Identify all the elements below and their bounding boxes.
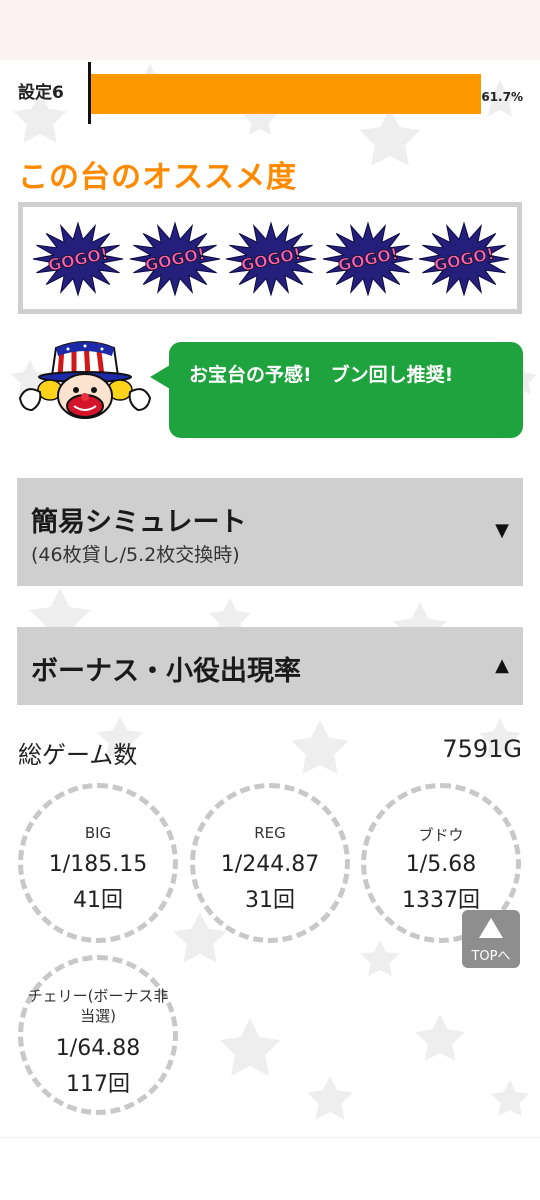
stat-count: 41回 (73, 888, 123, 913)
stat-circle-big: BIG 1/185.15 41回 (18, 783, 178, 943)
gogo-badge: GOGO! (32, 221, 124, 297)
mascot-clown-icon (18, 341, 152, 419)
recommend-title: この台のオススメ度 (18, 160, 297, 195)
stat-rate: 1/5.68 (405, 852, 477, 877)
setting-label: 設定6 (18, 83, 64, 103)
simulate-accordion-header[interactable]: 簡易シミュレート (46枚貸し/5.2枚交換時) ▼ (17, 478, 523, 586)
gogo-badge: GOGO! (129, 221, 220, 297)
page-content: 設定6 61.7% この台のオススメ度 GOGO! GOGO! GOGO! GOGO!… (0, 0, 540, 1200)
back-to-top-label: TOPへ (471, 949, 511, 964)
stat-count: 117回 (66, 1072, 130, 1097)
recommend-rating-box: GOGO! GOGO! GOGO! GOGO! GOGO! (18, 202, 522, 314)
up-triangle-icon (479, 918, 503, 938)
chevron-down-icon: ▼ (495, 520, 509, 541)
setting-probability-bar (91, 74, 481, 114)
total-games-value: 7591G (442, 735, 522, 763)
stat-name: REG (254, 824, 286, 842)
gogo-badge-row: GOGO! GOGO! GOGO! GOGO! GOGO! (31, 221, 511, 297)
gogo-badge: GOGO! (225, 221, 317, 297)
stat-rate: 1/244.87 (220, 852, 320, 877)
speech-bubble-tail (150, 365, 170, 389)
stat-rate: 1/64.88 (55, 1036, 141, 1061)
stat-name: チェリー(ボーナス非当選) (27, 987, 169, 1025)
recommend-speech-bubble: お宝台の予感! ブン回し推奨! (169, 342, 523, 438)
chevron-up-icon: ▲ (495, 655, 509, 676)
recommend-message: お宝台の予感! ブン回し推奨! (189, 364, 454, 386)
setting-probability-value: 61.7% (481, 90, 523, 104)
stat-name: BIG (84, 824, 112, 842)
simulate-title: 簡易シミュレート (31, 507, 247, 538)
bonus-title: ボーナス・小役出現率 (31, 656, 301, 687)
gogo-badge: GOGO! (322, 221, 413, 297)
gogo-badge: GOGO! (418, 221, 510, 297)
total-games-label: 総ゲーム数 (18, 741, 138, 769)
stat-rate: 1/185.15 (48, 852, 148, 877)
stat-circle-cherry: チェリー(ボーナス非当選) 1/64.88 117回 (18, 955, 178, 1115)
stat-circle-reg: REG 1/244.87 31回 (190, 783, 350, 943)
stat-count: 31回 (245, 888, 295, 913)
stat-name: ブドウ (418, 826, 464, 844)
setting-probability-row: 設定6 61.7% (18, 62, 523, 124)
back-to-top-button[interactable]: TOPへ (462, 910, 520, 968)
simulate-subtitle: (46枚貸し/5.2枚交換時) (31, 544, 240, 566)
bonus-accordion-header[interactable]: ボーナス・小役出現率 ▲ (17, 627, 523, 705)
